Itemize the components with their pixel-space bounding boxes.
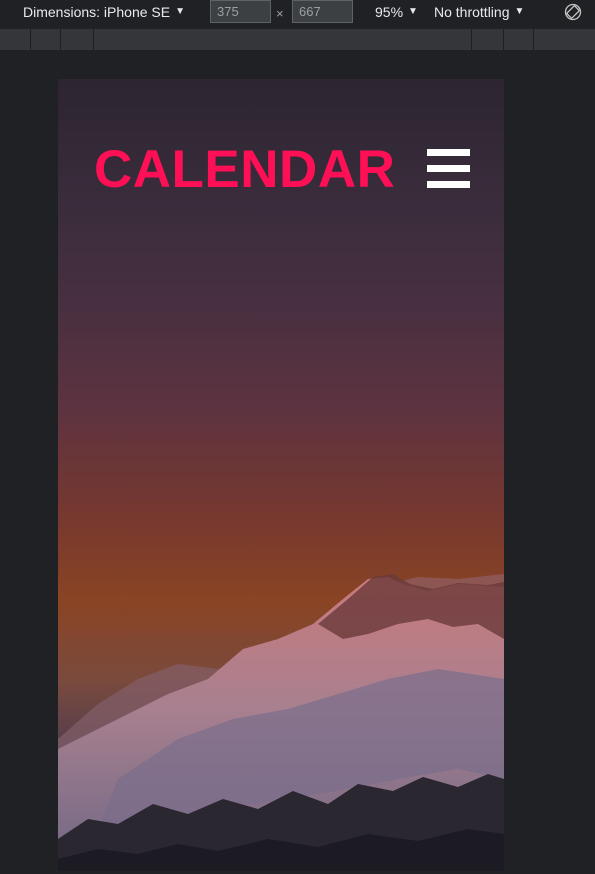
height-input[interactable]: 667 [292, 0, 353, 23]
throttling-dropdown[interactable]: No throttling ▼ [434, 4, 524, 20]
hamburger-menu-icon[interactable] [427, 149, 470, 188]
zoom-dropdown[interactable]: 95% ▼ [375, 4, 418, 20]
ruler-tick[interactable] [30, 29, 31, 50]
devtools-device-toolbar: Dimensions: iPhone SE ▼ 375 × 667 95% ▼ … [0, 0, 595, 26]
chevron-down-icon: ▼ [514, 6, 525, 17]
ruler-tick[interactable] [93, 29, 94, 50]
zoom-value: 95% [375, 4, 404, 20]
chevron-down-icon: ▼ [408, 6, 418, 17]
media-query-ruler [0, 29, 595, 50]
brand-title[interactable]: CALENDAR [94, 143, 395, 196]
device-label: Dimensions: iPhone SE [23, 4, 171, 20]
ruler-tick[interactable] [533, 29, 534, 50]
device-viewport: CALENDAR [58, 79, 504, 871]
chevron-down-icon: ▼ [175, 6, 185, 17]
rotate-device-icon[interactable] [564, 3, 582, 21]
device-dropdown[interactable]: Dimensions: iPhone SE ▼ [23, 4, 185, 20]
ruler-tick[interactable] [471, 29, 472, 50]
ruler-tick[interactable] [503, 29, 504, 50]
throttling-value: No throttling [434, 4, 510, 20]
ruler-tick[interactable] [60, 29, 61, 50]
times-sign: × [276, 6, 284, 21]
width-input[interactable]: 375 [210, 0, 271, 23]
